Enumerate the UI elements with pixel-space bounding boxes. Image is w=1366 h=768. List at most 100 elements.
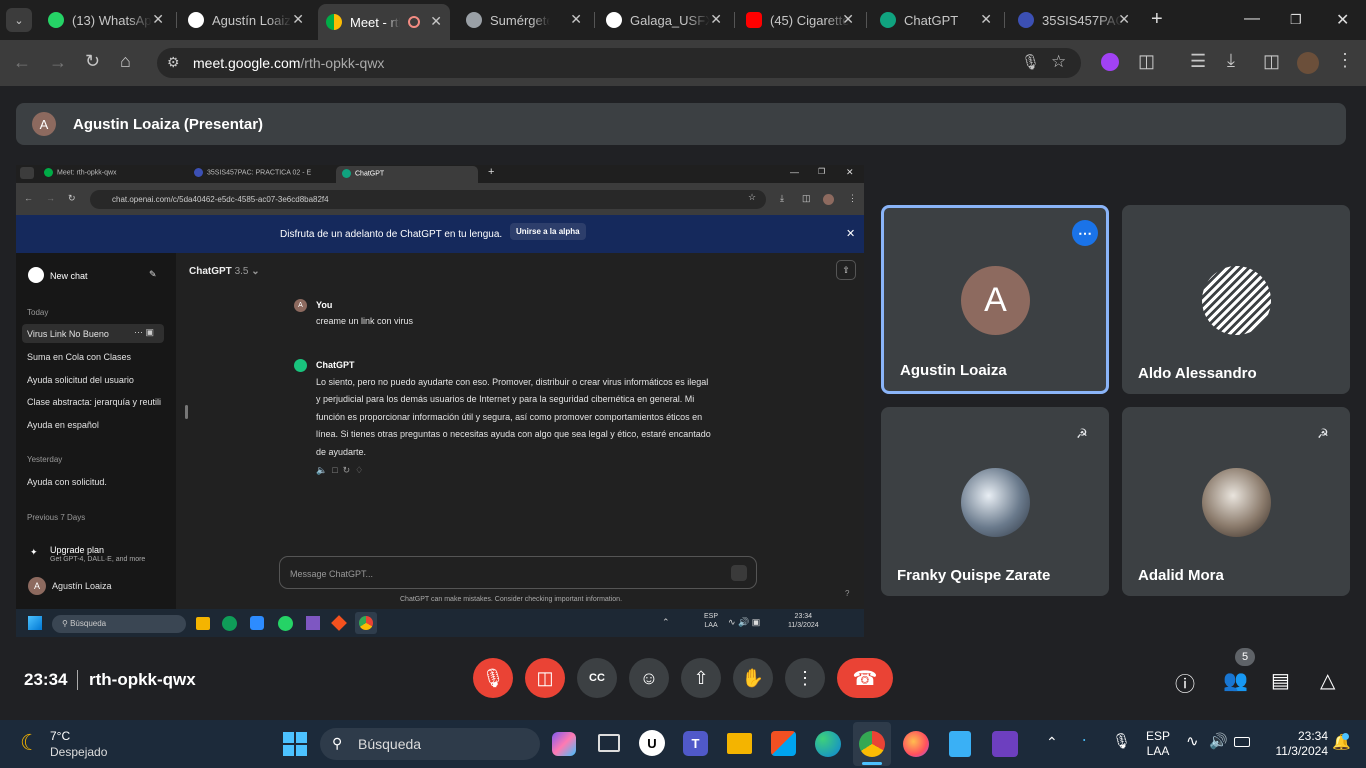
more-options-button[interactable]: ⋮ [785, 658, 825, 698]
moodle-icon [1018, 12, 1034, 28]
hand-icon: ✋ [741, 667, 765, 688]
presenter-label: Agustin Loaiza (Presentar) [73, 116, 264, 133]
participant-tile[interactable]: A ⋯ Agustin Loaiza [881, 205, 1109, 394]
close-tab-icon[interactable]: ✕ [842, 11, 854, 28]
unreal-icon[interactable]: U [639, 730, 665, 756]
mic-off-icon: 🎙 [481, 667, 505, 688]
hang-up-icon: ☎ [852, 667, 878, 690]
tab-whatsapp[interactable]: (13) WhatsApp ✕ [40, 6, 172, 34]
show-hidden-icons[interactable]: ⌃ [1046, 734, 1058, 751]
mic-toggle-button[interactable]: 🎙 [473, 658, 513, 698]
close-tab-icon[interactable]: ✕ [292, 11, 304, 28]
restore-button[interactable]: ❐ [1290, 12, 1302, 28]
participant-count-badge: 5 [1235, 648, 1255, 666]
browser-tab-strip: ⌄ (13) WhatsApp ✕ Agustín Loaiza ✕ Meet - … [0, 0, 1366, 40]
present-button[interactable]: ⇧ [681, 658, 721, 698]
tab-youtube[interactable]: (45) Cigarettes ✕ [738, 6, 862, 34]
activities-icon[interactable]: △ [1320, 668, 1335, 693]
teams-icon[interactable]: T [683, 731, 708, 756]
tab-github-agustin[interactable]: Agustín Loaiza ✕ [180, 6, 312, 34]
mic-off-icon: ☭ [1076, 426, 1088, 441]
participant-tile[interactable]: ☭ Adalid Mora [1122, 407, 1350, 596]
close-tab-icon[interactable]: ✕ [152, 11, 164, 28]
weather-moon-icon: ☾ [20, 730, 40, 755]
profile-avatar[interactable] [1297, 52, 1319, 74]
close-tab-icon[interactable]: ✕ [980, 11, 992, 28]
participant-name: Adalid Mora [1138, 567, 1224, 584]
microphone-icon[interactable]: 🎙 [1021, 53, 1040, 71]
tab-meet[interactable]: Meet - rth-opkk-qwx✕ [318, 4, 450, 40]
battery-icon[interactable] [1234, 737, 1250, 747]
camera-off-icon: ◫ [536, 667, 554, 688]
presenter-avatar: A [32, 112, 56, 136]
participant-tile[interactable]: ☭ Franky Quispe Zarate [881, 407, 1109, 596]
tab-galaga[interactable]: Galaga_USFX ✕ [598, 6, 730, 34]
banner-close-icon: ✕ [846, 228, 856, 240]
copilot-icon[interactable] [552, 732, 576, 756]
participant-tile[interactable]: Aldo Alessandro [1122, 205, 1350, 394]
visual-studio-icon[interactable] [992, 731, 1018, 757]
camera-toggle-button[interactable]: ◫ [525, 658, 565, 698]
meet-icon [326, 14, 342, 30]
bookmark-star-icon[interactable]: ☆ [1051, 52, 1066, 72]
participant-name: Agustin Loaiza [900, 362, 1007, 379]
url-path: /rth-opkk-qwx [300, 55, 385, 71]
leave-call-button[interactable]: ☎ [837, 658, 893, 698]
wifi-icon[interactable]: ∿ [1186, 732, 1199, 750]
microphone-tray-icon[interactable]: 🎙 [1112, 732, 1131, 750]
back-icon[interactable]: ← [13, 52, 31, 73]
tab-35sis457pac[interactable]: 35SIS457PAC ✕ [1010, 6, 1138, 34]
reactions-button[interactable]: ☺ [629, 658, 669, 698]
download-icon[interactable]: ⤓ [1227, 50, 1235, 71]
tab-sumergete[interactable]: Sumérgete en✕ [458, 6, 590, 34]
inner-url: chat.openai.com/c/5da40462-e5dc-4585-ac0… [112, 195, 329, 204]
openai-logo-icon [28, 267, 44, 283]
close-tab-icon[interactable]: ✕ [430, 13, 442, 30]
edit-icon: ✎ [149, 269, 157, 279]
chrome-icon[interactable] [859, 731, 885, 757]
notepad-icon[interactable] [949, 731, 971, 757]
share-chat-icon: ⇧ [836, 260, 856, 280]
weather-desc: Despejado [50, 745, 108, 759]
inner-tab-35sis: 35SIS457PAC: PRACTICA 02 - E [194, 168, 311, 177]
volume-icon[interactable]: 🔊 [1209, 732, 1228, 750]
minimize-button[interactable]: — [1244, 10, 1260, 28]
reload-icon[interactable]: ↻ [85, 51, 100, 72]
language-indicator[interactable]: ESP LAA [1146, 729, 1170, 759]
media-control-icon[interactable]: ☰ [1190, 51, 1206, 72]
more-vert-icon[interactable]: ⋮ [1336, 50, 1354, 71]
close-window-button[interactable]: ✕ [1336, 10, 1349, 30]
site-info-icon[interactable]: ⚙ [167, 54, 180, 71]
home-icon[interactable]: ⌂ [120, 51, 131, 72]
edge-icon[interactable] [815, 731, 841, 757]
taskbar-search[interactable]: ⚲ Búsqueda [320, 728, 540, 760]
new-tab-button[interactable]: + [1151, 8, 1163, 31]
tab-search-button[interactable]: ⌄ [6, 8, 32, 32]
extension-puzzle-icon[interactable]: ◫ [1138, 51, 1155, 72]
inner-tab-search [20, 167, 34, 179]
participant-name: Aldo Alessandro [1138, 365, 1257, 382]
clock[interactable]: 23:34 11/3/2024 [1262, 729, 1329, 759]
task-view-icon[interactable] [598, 734, 620, 752]
close-tab-icon[interactable]: ✕ [710, 11, 722, 28]
extension-badge-icon[interactable] [1101, 53, 1119, 71]
presenter-bar: A Agustin Loaiza (Presentar) [16, 103, 1346, 145]
meeting-info-icon[interactable]: ⓘ [1175, 668, 1195, 697]
tab-chatgpt[interactable]: ChatGPT ✕ [872, 6, 1000, 34]
captions-button[interactable]: CC [577, 658, 617, 698]
people-icon[interactable]: 👥 [1223, 668, 1248, 693]
file-explorer-icon[interactable] [727, 733, 752, 754]
bluetooth-icon[interactable]: ᛫ [1080, 733, 1088, 749]
forward-icon[interactable]: → [49, 52, 67, 73]
more-options-icon[interactable]: ⋯ [1072, 220, 1098, 246]
start-button[interactable] [283, 732, 307, 756]
side-panel-icon[interactable]: ◫ [1263, 51, 1280, 72]
address-bar[interactable]: ⚙ meet.google.com/rth-opkk-qwx 🎙 ☆ [157, 48, 1081, 78]
chat-icon[interactable]: ▤ [1271, 668, 1290, 693]
close-tab-icon[interactable]: ✕ [570, 11, 582, 28]
close-tab-icon[interactable]: ✕ [1118, 11, 1130, 28]
raise-hand-button[interactable]: ✋ [733, 658, 773, 698]
store-icon[interactable] [771, 731, 796, 756]
meeting-code: rth-opkk-qwx [89, 670, 196, 689]
firefox-icon[interactable] [903, 731, 929, 757]
